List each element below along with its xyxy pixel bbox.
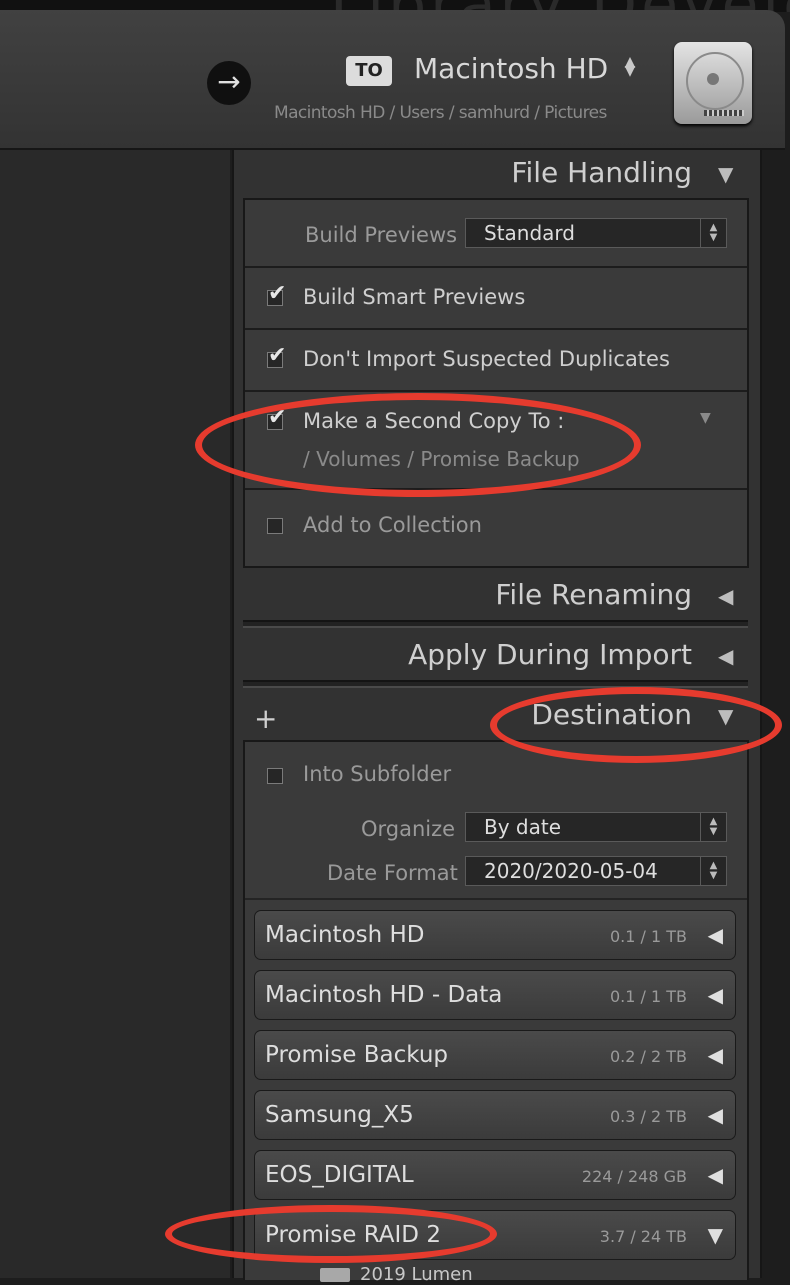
apply-during-import-header[interactable]: Apply During Import	[232, 638, 692, 671]
drive-grille	[704, 110, 744, 116]
import-destination-header: → TO Macintosh HD ▲ ▼ Macintosh HD / User…	[0, 10, 785, 150]
checkmark-icon: ✔	[268, 281, 287, 306]
section-divider	[245, 898, 747, 900]
volume-name: Macintosh HD - Data	[265, 982, 503, 1008]
triangle-down-small-icon[interactable]: ▼	[700, 410, 711, 426]
organize-label: Organize	[361, 817, 456, 841]
option-row: Add to Collection	[245, 490, 747, 564]
volume-name: Promise Backup	[265, 1042, 449, 1068]
file-renaming-header[interactable]: File Renaming	[232, 578, 692, 611]
date-format-select[interactable]: 2020/2020-05-04 ▲ ▼	[465, 856, 727, 886]
chevron-up-down-icon[interactable]: ▲ ▼	[624, 55, 636, 78]
checkmark-icon: ✔	[268, 343, 287, 368]
destination-path: Macintosh HD / Users / samhurd / Picture…	[274, 103, 607, 123]
annotation-ellipse-promise-raid	[165, 1205, 497, 1263]
volume-row[interactable]: Macintosh HD - Data 0.1 / 1 TB ◀	[254, 970, 736, 1020]
annotation-ellipse-second-copy	[195, 393, 641, 497]
stepper-icon: ▲ ▼	[700, 219, 726, 247]
volume-row[interactable]: Samsung_X5 0.3 / 2 TB ◀	[254, 1090, 736, 1140]
organize-value: By date	[484, 815, 562, 839]
date-format-value: 2020/2020-05-04	[484, 859, 658, 883]
option-row: ✔ Build Smart Previews	[245, 268, 747, 330]
date-format-label: Date Format	[327, 861, 458, 885]
hard-drive-icon	[674, 42, 752, 124]
into-subfolder-label: Into Subfolder	[303, 762, 452, 786]
section-divider	[243, 620, 748, 628]
grid-area	[0, 150, 230, 1278]
triangle-left-icon[interactable]: ◀	[708, 1043, 723, 1067]
add-to-collection-label: Add to Collection	[303, 513, 482, 537]
volume-row[interactable]: EOS_DIGITAL 224 / 248 GB ◀	[254, 1150, 736, 1200]
folder-name: 2019 Lumen	[360, 1264, 473, 1285]
volume-size: 0.2 / 2 TB	[609, 1047, 687, 1066]
triangle-left-icon[interactable]: ◀	[708, 983, 723, 1007]
organize-select[interactable]: By date ▲ ▼	[465, 812, 727, 842]
triangle-left-icon[interactable]: ◀	[718, 584, 733, 608]
volume-name: EOS_DIGITAL	[265, 1162, 414, 1188]
file-handling-header[interactable]: File Handling	[232, 156, 692, 189]
volume-size: 0.1 / 1 TB	[609, 927, 687, 946]
volume-size: 0.3 / 2 TB	[609, 1107, 687, 1126]
add-to-collection-checkbox[interactable]	[267, 518, 283, 534]
triangle-left-icon[interactable]: ◀	[708, 923, 723, 947]
folder-icon	[320, 1268, 350, 1282]
file-handling-panel: Build Previews Standard ▲ ▼ ✔ Build Smart…	[243, 198, 749, 568]
triangle-left-icon[interactable]: ◀	[708, 1163, 723, 1187]
volume-row[interactable]: Promise Backup 0.2 / 2 TB ◀	[254, 1030, 736, 1080]
volume-name: Samsung_X5	[265, 1102, 414, 1128]
build-previews-value: Standard	[484, 221, 575, 245]
dont-import-duplicates-checkbox[interactable]: ✔	[267, 343, 286, 368]
volume-name: Macintosh HD	[265, 922, 425, 948]
stepper-icon: ▲ ▼	[700, 857, 726, 885]
volume-size: 0.1 / 1 TB	[609, 987, 687, 1006]
triangle-down-icon[interactable]: ▼	[708, 1223, 723, 1247]
volume-row[interactable]: Macintosh HD 0.1 / 1 TB ◀	[254, 910, 736, 960]
build-previews-row: Build Previews Standard ▲ ▼	[245, 200, 747, 268]
annotation-ellipse-destination	[490, 687, 782, 763]
build-smart-previews-checkbox[interactable]: ✔	[267, 281, 286, 306]
to-badge: TO	[346, 56, 392, 86]
triangle-left-icon[interactable]: ◀	[708, 1103, 723, 1127]
volume-size: 3.7 / 24 TB	[599, 1227, 687, 1246]
triangle-left-icon[interactable]: ◀	[718, 644, 733, 668]
build-previews-label: Build Previews	[305, 223, 458, 247]
arrow-right-icon[interactable]: →	[207, 61, 251, 105]
into-subfolder-checkbox[interactable]	[267, 768, 283, 784]
volume-size: 224 / 248 GB	[581, 1167, 687, 1186]
build-previews-select[interactable]: Standard ▲ ▼	[465, 218, 727, 248]
stepper-icon: ▲ ▼	[700, 813, 726, 841]
section-divider	[243, 680, 748, 688]
drive-hub	[707, 73, 719, 85]
folder-row-peek[interactable]: 2019 Lumen	[290, 1264, 473, 1285]
dont-import-duplicates-label: Don't Import Suspected Duplicates	[303, 347, 670, 371]
triangle-down-icon[interactable]: ▼	[718, 162, 733, 186]
option-row: ✔ Don't Import Suspected Duplicates	[245, 330, 747, 392]
build-smart-previews-label: Build Smart Previews	[303, 285, 526, 309]
destination-disk-name[interactable]: Macintosh HD	[414, 52, 608, 85]
